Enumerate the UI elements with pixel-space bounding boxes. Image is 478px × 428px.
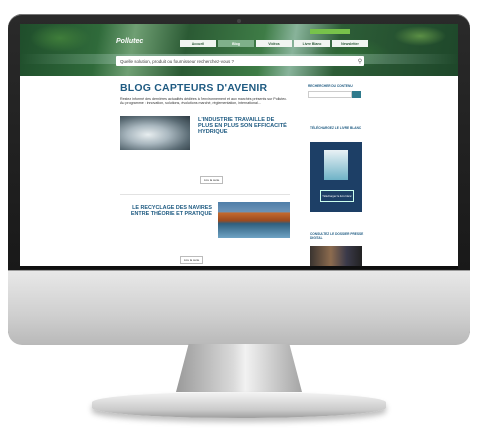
monitor-chin — [8, 270, 470, 345]
whitepaper-heading: TÉLÉCHARGEZ LE LIVRE BLANC — [310, 126, 362, 130]
main-nav: Accueil Blog Vidéos Livre Blanc Newslett… — [180, 40, 368, 47]
hero-banner: Pollutec Accueil Blog Vidéos Livre Blanc… — [20, 24, 458, 76]
nav-tab-videos[interactable]: Vidéos — [256, 40, 292, 47]
screen-bottom-edge — [20, 266, 458, 269]
magazine-image[interactable] — [310, 246, 362, 266]
main-column: BLOG CAPTEURS D'AVENIR Restez informé de… — [120, 82, 290, 264]
sidebar-search — [308, 91, 364, 98]
article-card: L'INDUSTRIE TRAVAILLE DE PLUS EN PLUS SO… — [120, 112, 290, 184]
page-title: BLOG CAPTEURS D'AVENIR — [120, 82, 268, 94]
read-more-button[interactable]: Lire la suite — [200, 176, 224, 184]
magazine-heading: CONSULTEZ LE DOSSIER PRESSE DIGITAL — [310, 232, 364, 240]
nav-tab-blog[interactable]: Blog — [218, 40, 254, 47]
search-bar[interactable]: Quelle solution, produit ou fournisseur … — [116, 56, 364, 66]
monitor-stand-base — [92, 392, 386, 418]
nav-tab-livre-blanc[interactable]: Livre Blanc — [294, 40, 330, 47]
whitepaper-cover-image — [324, 150, 348, 180]
monitor-stand-neck — [176, 344, 302, 392]
whitepaper-promo[interactable]: Téléchargez le livre blanc — [310, 142, 362, 212]
site-logo[interactable]: Pollutec — [116, 38, 143, 45]
article-title[interactable]: LE RECYCLAGE DES NAVIRES ENTRE THÉORIE E… — [120, 205, 212, 217]
sidebar-search-button[interactable] — [352, 91, 361, 98]
read-more-button[interactable]: Lire la suite — [180, 256, 204, 264]
article-image-water-foam[interactable] — [120, 116, 190, 150]
article-image-ship[interactable] — [218, 202, 290, 238]
sidebar: RECHERCHER DU CONTENU TÉLÉCHARGEZ LE LIV… — [308, 84, 364, 266]
search-icon[interactable]: ⚲ — [356, 58, 364, 65]
sidebar-search-heading: RECHERCHER DU CONTENU — [308, 84, 353, 88]
top-bar-button[interactable] — [310, 29, 350, 34]
nav-tab-newsletter[interactable]: Newsletter — [332, 40, 368, 47]
screen: Pollutec Accueil Blog Vidéos Livre Blanc… — [20, 24, 458, 266]
divider — [120, 194, 290, 195]
webcam-icon — [237, 19, 241, 23]
article-title[interactable]: L'INDUSTRIE TRAVAILLE DE PLUS EN PLUS SO… — [198, 117, 290, 135]
intro-text: Restez informé des dernières actualités … — [120, 97, 288, 106]
search-input[interactable]: Quelle solution, produit ou fournisseur … — [116, 59, 356, 64]
article-card: LE RECYCLAGE DES NAVIRES ENTRE THÉORIE E… — [120, 200, 290, 266]
whitepaper-download-button[interactable]: Téléchargez le livre blanc — [320, 190, 354, 202]
nav-tab-accueil[interactable]: Accueil — [180, 40, 216, 47]
sidebar-search-input[interactable] — [308, 91, 352, 98]
